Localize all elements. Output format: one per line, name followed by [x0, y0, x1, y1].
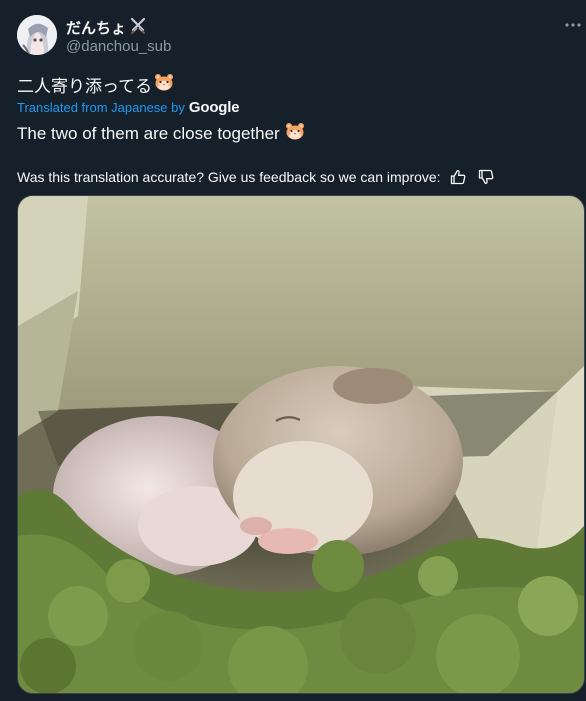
google-logo: Google — [188, 99, 240, 116]
author-handle[interactable]: @danchou_sub — [66, 38, 171, 55]
avatar-illustration — [17, 15, 57, 55]
photo-two-hamsters-sleeping — [18, 196, 584, 693]
translated-label: Translated from Japanese by — [17, 100, 185, 115]
tweet-translated-text: The two of them are close together — [17, 122, 305, 145]
display-name[interactable]: だんちょ — [66, 17, 126, 38]
thumbs-up-icon — [450, 169, 465, 185]
crossed-swords-icon — [129, 16, 147, 39]
more-options-icon — [565, 23, 581, 27]
original-text: 二人寄り添ってる — [17, 77, 153, 96]
thumbs-down-button[interactable] — [475, 167, 497, 187]
tweet-card: だんちょ @danchou_sub 二人寄り添ってる Translated fr… — [0, 0, 586, 701]
translation-feedback: Was this translation accurate? Give us f… — [17, 167, 497, 187]
avatar[interactable] — [17, 15, 57, 55]
thumbs-up-button[interactable] — [447, 167, 469, 187]
author-name-row[interactable]: だんちょ — [66, 16, 147, 39]
hamster-face-icon — [285, 122, 305, 145]
more-options-button[interactable] — [560, 14, 586, 36]
translation-attribution: Translated from Japanese by Google — [17, 99, 240, 116]
feedback-prompt: Was this translation accurate? Give us f… — [17, 169, 441, 185]
tweet-photo[interactable] — [17, 195, 585, 694]
translated-text: The two of them are close together — [17, 123, 280, 143]
thumbs-down-icon — [478, 169, 493, 185]
tweet-original-text: 二人寄り添ってる — [17, 72, 174, 97]
hamster-face-icon — [154, 73, 174, 96]
